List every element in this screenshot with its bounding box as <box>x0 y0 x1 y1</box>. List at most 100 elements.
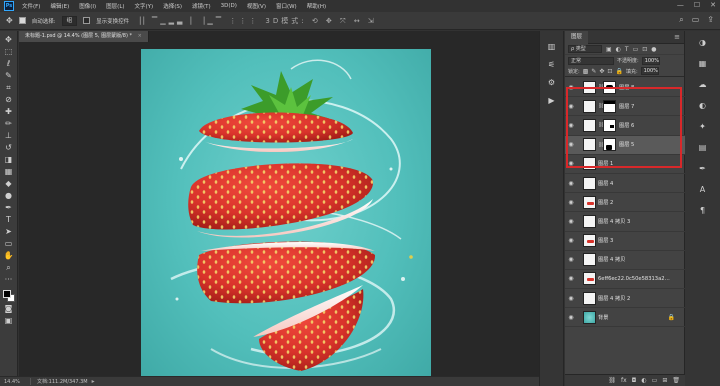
layer-mask-thumbnail[interactable] <box>603 138 616 152</box>
add-mask-icon[interactable]: ◘ <box>632 377 637 384</box>
quick-select-icon[interactable]: ✎ <box>2 70 16 82</box>
menu-image[interactable]: 图像(I) <box>74 2 101 10</box>
document-canvas[interactable] <box>141 49 431 383</box>
marquee-icon[interactable]: ⬚ <box>2 46 16 58</box>
layer-row[interactable]: ◉ ⛓ 图层 7 <box>565 97 685 117</box>
zoom-icon[interactable]: ⌕ <box>2 262 16 274</box>
lock-transparent-icon[interactable]: ▩ <box>583 68 589 75</box>
brush-icon[interactable]: ✏ <box>2 118 16 130</box>
filter-smart-icon[interactable]: ⊡ <box>642 46 647 53</box>
adjustments-panel-icon[interactable]: ◐ <box>695 100 711 112</box>
layers-tab[interactable]: 图层 <box>565 30 589 44</box>
adjust-panel-icon[interactable]: ⚙ <box>545 77 559 89</box>
swatches-panel-icon[interactable]: ▦ <box>695 58 711 70</box>
menu-file[interactable]: 文件(F) <box>17 2 45 10</box>
group-icon[interactable]: ▭ <box>652 377 658 384</box>
panel-menu-icon[interactable]: ≡ <box>674 33 680 41</box>
filter-adjustment-icon[interactable]: ◐ <box>616 46 621 53</box>
menu-window[interactable]: 窗口(W) <box>271 2 302 10</box>
layer-row-selected[interactable]: ◉ ⛓ 图层 5 <box>565 135 685 155</box>
layer-mask-thumbnail[interactable] <box>603 80 616 94</box>
actions-panel-icon[interactable]: ▶ <box>545 95 559 107</box>
visibility-eye-icon[interactable]: ◉ <box>565 180 577 187</box>
workspace-icon[interactable]: ▭ <box>692 15 700 25</box>
channels-panel-icon[interactable]: ▤ <box>695 142 711 154</box>
adjustment-icon[interactable]: ◐ <box>641 377 646 384</box>
visibility-eye-icon[interactable]: ◉ <box>565 141 577 148</box>
layer-row[interactable]: ◉ 图层 1 <box>565 155 685 174</box>
maximize-button[interactable]: ☐ <box>694 1 700 9</box>
layer-name[interactable]: 图层 7 <box>619 103 634 110</box>
visibility-eye-icon[interactable]: ◉ <box>565 275 577 282</box>
color-panel-icon[interactable]: ◑ <box>695 37 711 49</box>
screen-mode-icon[interactable]: ▣ <box>2 315 16 327</box>
auto-select-dropdown[interactable]: 组 <box>61 15 78 26</box>
lock-icon[interactable]: 🔒 <box>668 314 675 321</box>
filter-toggle-icon[interactable]: ● <box>651 46 656 53</box>
visibility-eye-icon[interactable]: ◉ <box>565 237 577 244</box>
foreground-color[interactable] <box>2 290 11 298</box>
lasso-icon[interactable]: ℓ <box>2 58 16 70</box>
layer-name[interactable]: 图层 5 <box>619 141 634 148</box>
healing-icon[interactable]: ✚ <box>2 106 16 118</box>
3d-mode-buttons[interactable]: 3D模式: ⟲ ✥ ⤧ ↔ ⇲ <box>265 16 376 26</box>
blend-mode-select[interactable]: 正常 <box>568 56 614 65</box>
gradient-icon[interactable]: ▦ <box>2 166 16 178</box>
more-icon[interactable]: ··· <box>2 274 16 286</box>
move-icon[interactable]: ✥ <box>2 34 16 46</box>
layer-row[interactable]: ◉ 图层 2 <box>565 193 685 213</box>
layer-row[interactable]: ◉ 图层 4 拷贝 3 <box>565 212 685 232</box>
filter-pixel-icon[interactable]: ▣ <box>606 46 612 53</box>
layer-kind-select[interactable]: ρ 类型 <box>568 45 602 53</box>
menu-3d[interactable]: 3D(D) <box>216 3 242 9</box>
close-button[interactable]: ✕ <box>710 1 716 9</box>
filter-shape-icon[interactable]: ▭ <box>633 46 639 53</box>
visibility-eye-icon[interactable]: ◉ <box>565 160 577 167</box>
layer-mask-thumbnail[interactable] <box>603 99 616 113</box>
menu-select[interactable]: 选择(S) <box>158 2 187 10</box>
paragraph-panel-icon[interactable]: ¶ <box>695 205 711 217</box>
blur-icon[interactable]: ◆ <box>2 178 16 190</box>
document-tab[interactable]: 未标题-1.psd @ 14.4% (图层 5, 图层蒙版/8) * × <box>19 31 149 42</box>
move-tool-preset-icon[interactable]: ✥ <box>6 16 13 25</box>
minimize-button[interactable]: — <box>677 1 684 9</box>
menu-help[interactable]: 帮助(H) <box>302 2 331 10</box>
menu-filter[interactable]: 滤镜(T) <box>187 2 216 10</box>
menu-layer[interactable]: 图层(L) <box>101 2 129 10</box>
eraser-icon[interactable]: ◨ <box>2 154 16 166</box>
layer-name[interactable]: 图层 4 拷贝 2 <box>598 295 630 302</box>
stamp-icon[interactable]: ⊥ <box>2 130 16 142</box>
path-select-icon[interactable]: ➤ <box>2 226 16 238</box>
visibility-eye-icon[interactable]: ◉ <box>565 314 577 321</box>
auto-select-checkbox[interactable] <box>18 17 26 24</box>
menu-edit[interactable]: 编辑(E) <box>45 2 74 10</box>
styles-panel-icon[interactable]: ✦ <box>695 121 711 133</box>
type-icon[interactable]: T <box>2 214 16 226</box>
layer-row[interactable]: ◉ 6eff6ec22.0c50e58313a22... <box>565 270 685 290</box>
layer-name[interactable]: 图层 6 <box>619 122 634 129</box>
new-layer-icon[interactable]: ⊞ <box>662 377 667 384</box>
link-layers-icon[interactable]: ⛓ <box>608 377 616 384</box>
layer-row[interactable]: ◉ 图层 3 <box>565 232 685 251</box>
paths-panel-icon[interactable]: ✒ <box>695 163 711 175</box>
delete-icon[interactable]: 🗑 <box>672 377 680 384</box>
lock-artboard-icon[interactable]: ⊡ <box>607 68 612 75</box>
layer-name[interactable]: 图层 4 拷贝 <box>598 256 625 263</box>
visibility-eye-icon[interactable]: ◉ <box>565 256 577 263</box>
color-swatches[interactable] <box>2 289 16 303</box>
lock-position-icon[interactable]: ✥ <box>599 68 604 75</box>
layer-name[interactable]: 图层 4 拷贝 3 <box>598 218 630 225</box>
layer-row[interactable]: ◉ ⛓ 图层 6 <box>565 116 685 136</box>
lock-image-icon[interactable]: ✎ <box>591 68 596 75</box>
show-transform-checkbox[interactable] <box>83 17 91 24</box>
layer-row[interactable]: ◉ 图层 4 <box>565 174 685 194</box>
history-panel-icon[interactable]: ▥ <box>545 41 559 53</box>
dodge-icon[interactable]: ● <box>2 190 16 202</box>
menu-type[interactable]: 文字(Y) <box>130 2 159 10</box>
visibility-eye-icon[interactable]: ◉ <box>565 199 577 206</box>
layer-name[interactable]: 背景 <box>598 314 608 321</box>
layer-name[interactable]: 图层 8 <box>619 84 634 91</box>
eyedropper-icon[interactable]: ⊘ <box>2 94 16 106</box>
menu-view[interactable]: 视图(V) <box>242 2 271 10</box>
layer-name[interactable]: 图层 1 <box>598 160 613 167</box>
